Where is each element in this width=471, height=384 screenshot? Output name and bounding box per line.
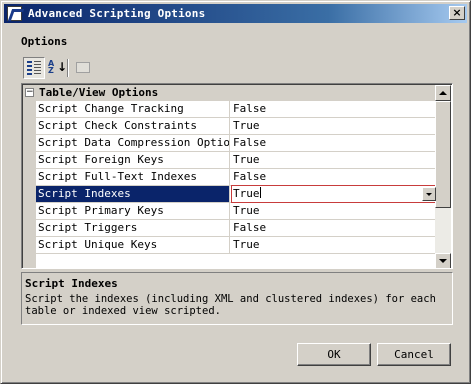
- property-row[interactable]: Script Change Tracking False: [36, 101, 437, 118]
- property-grid-toolbar: AZ ↓: [21, 57, 111, 81]
- title-bar[interactable]: Advanced Scripting Options ×: [4, 4, 467, 23]
- description-panel: Script Indexes Script the indexes (inclu…: [21, 272, 453, 325]
- property-value[interactable]: False: [231, 220, 437, 236]
- text-caret: [259, 187, 261, 198]
- advanced-scripting-options-dialog: Advanced Scripting Options × Options AZ …: [0, 0, 471, 384]
- scroll-thumb[interactable]: [435, 101, 451, 208]
- sort-az-label: AZ: [48, 59, 55, 75]
- cancel-button[interactable]: Cancel: [377, 343, 451, 366]
- window-title: Advanced Scripting Options: [28, 7, 206, 20]
- property-grid: − Table/View Options Script Change Track…: [21, 83, 453, 269]
- sort-az-icon: AZ ↓: [48, 59, 67, 75]
- close-button[interactable]: ×: [449, 6, 465, 20]
- categorized-icon: [27, 61, 41, 75]
- category-label: Table/View Options: [39, 86, 159, 99]
- property-name: Script Primary Keys: [36, 203, 230, 219]
- grid-gutter: [23, 85, 36, 268]
- property-value[interactable]: False: [231, 101, 437, 117]
- property-pages-icon: [76, 62, 90, 73]
- ok-button[interactable]: OK: [297, 343, 371, 366]
- sort-arrow: ↓: [57, 60, 68, 74]
- toolbar-separator: [67, 59, 69, 77]
- scroll-down-button[interactable]: [435, 253, 451, 268]
- value-dropdown-button[interactable]: [422, 187, 436, 201]
- property-name: Script Check Constraints: [36, 118, 230, 134]
- property-name: Script Foreign Keys: [36, 152, 230, 168]
- property-row[interactable]: Script Triggers False: [36, 220, 437, 237]
- property-pages-button[interactable]: [73, 57, 95, 79]
- property-name: Script Data Compression Options: [38, 135, 230, 151]
- scroll-up-button[interactable]: [435, 85, 451, 101]
- property-row[interactable]: Script Check Constraints True: [36, 118, 437, 135]
- options-label: Options: [21, 35, 68, 48]
- property-value: True: [233, 187, 260, 200]
- alphabetical-button[interactable]: AZ ↓: [45, 57, 67, 79]
- categorized-button[interactable]: [23, 57, 45, 79]
- property-name: Script Change Tracking: [36, 101, 230, 117]
- collapse-icon[interactable]: −: [25, 88, 34, 97]
- property-name: Script Indexes: [36, 186, 230, 202]
- vertical-scrollbar[interactable]: [435, 85, 451, 268]
- property-value[interactable]: True: [231, 237, 437, 253]
- property-row[interactable]: Script Foreign Keys True: [36, 152, 437, 169]
- property-row[interactable]: Script Data Compression Options False: [36, 135, 437, 152]
- property-name: Script Full-Text Indexes: [36, 169, 230, 185]
- property-name: Script Unique Keys: [36, 237, 230, 253]
- property-value[interactable]: True: [231, 203, 437, 219]
- property-value[interactable]: True: [231, 118, 437, 134]
- app-icon: [7, 6, 22, 21]
- property-row-selected[interactable]: Script Indexes True: [36, 185, 437, 203]
- property-value[interactable]: False: [231, 169, 437, 185]
- description-title: Script Indexes: [25, 277, 118, 290]
- category-row-table-view-options[interactable]: − Table/View Options: [23, 85, 437, 101]
- property-value[interactable]: True: [231, 152, 437, 168]
- description-text: Script the indexes (including XML and cl…: [25, 293, 436, 317]
- property-row[interactable]: Script Unique Keys True: [36, 237, 437, 254]
- property-row[interactable]: Script Full-Text Indexes False: [36, 169, 437, 186]
- property-name: Script Triggers: [36, 220, 230, 236]
- property-row[interactable]: Script Primary Keys True: [36, 203, 437, 220]
- property-value-editor[interactable]: True: [231, 186, 437, 202]
- property-value[interactable]: False: [231, 135, 437, 151]
